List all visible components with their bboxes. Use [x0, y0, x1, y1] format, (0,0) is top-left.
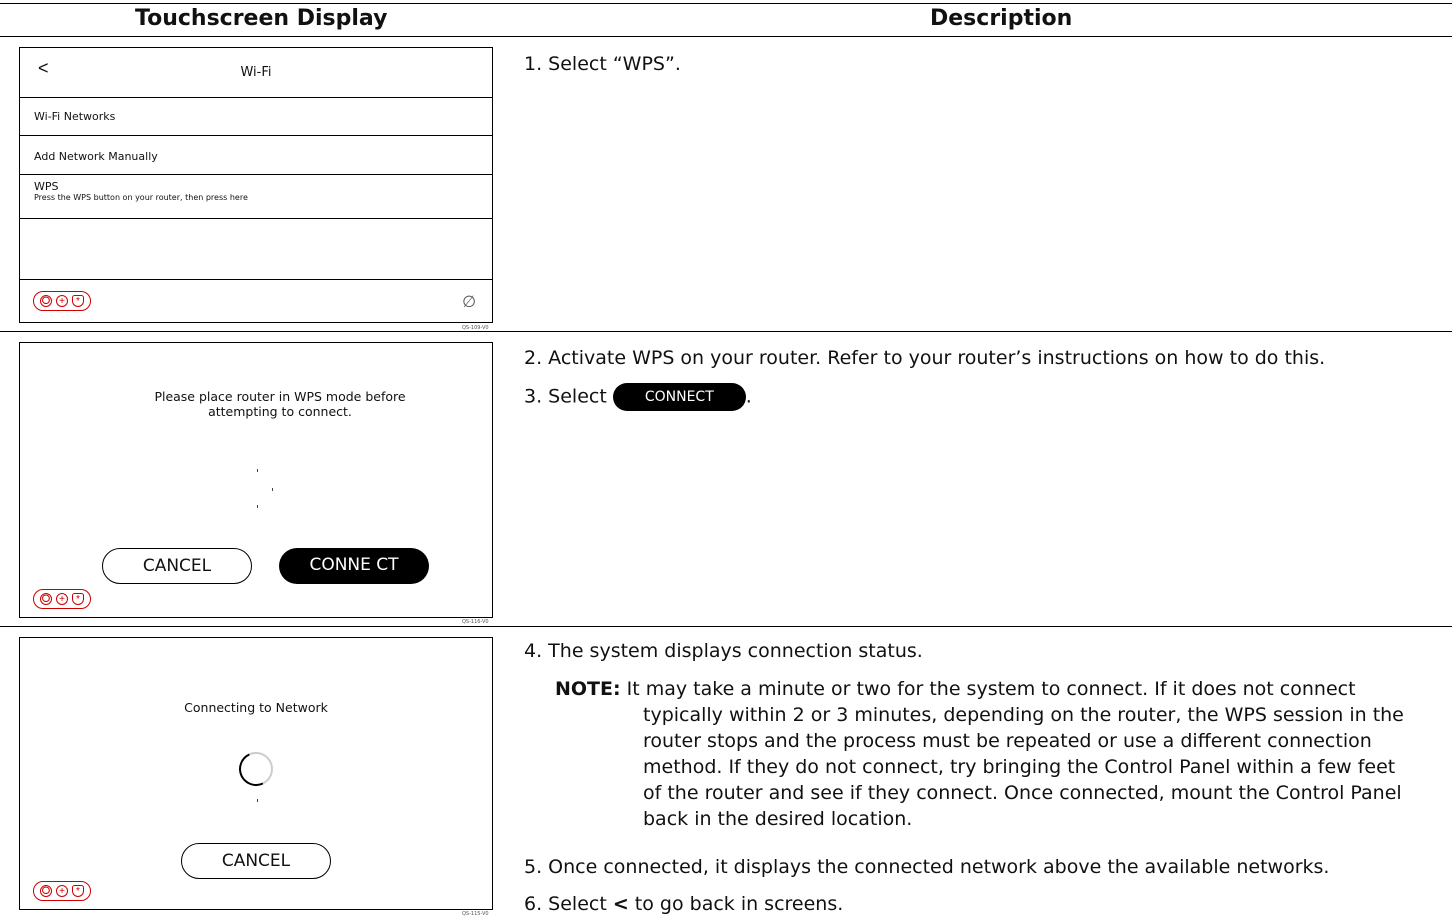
wps-label: WPS — [34, 180, 59, 193]
add-network-label: Add Network Manually — [34, 150, 158, 163]
emergency-icons[interactable]: ⵔ + * — [33, 881, 91, 901]
cancel-button[interactable]: CANCEL — [181, 843, 331, 879]
divider — [20, 279, 492, 280]
step-2: 2. Activate WPS on your router. Refer to… — [524, 347, 1326, 369]
spinner-dot — [257, 469, 258, 472]
fire-icon[interactable]: ⵔ — [40, 295, 52, 307]
row-rule — [0, 331, 1452, 332]
wps-row[interactable]: WPS Press the WPS button on your router,… — [20, 174, 492, 219]
spinner-dot — [272, 488, 273, 491]
spinner-dot — [257, 505, 258, 508]
screen-title: Wi-Fi — [240, 65, 272, 80]
step-6: 6. Select < to go back in screens. — [524, 893, 843, 915]
step-3: 3. Select CONNECT. — [524, 383, 752, 411]
table-top-rule — [0, 3, 1452, 4]
medical-icon[interactable]: + — [56, 593, 68, 605]
wifi-networks-label: Wi-Fi Networks — [34, 110, 116, 123]
step-6-bold: < — [612, 893, 629, 915]
wps-message: Please place router in WPS mode before a… — [154, 389, 406, 419]
touchscreen-wifi: < Wi-Fi Wi-Fi Networks Add Network Manua… — [19, 47, 493, 323]
connect-pill: CONNECT — [612, 383, 746, 411]
medical-icon[interactable]: + — [56, 885, 68, 897]
fire-icon[interactable]: ⵔ — [40, 593, 52, 605]
note-label: NOTE: — [555, 678, 621, 700]
spinner-dot — [257, 799, 258, 802]
step-3-prefix: 3. Select — [524, 385, 607, 408]
figure-code: QS-115-V0 — [462, 911, 489, 917]
figure-code: QS-116-V0 — [462, 619, 489, 625]
step-4: 4. The system displays connection status… — [524, 640, 923, 662]
wifi-networks-row[interactable]: Wi-Fi Networks — [20, 97, 492, 136]
column-header-touchscreen: Touchscreen Display — [135, 6, 388, 31]
step-3-suffix: . — [745, 385, 752, 408]
fire-icon[interactable]: ⵔ — [40, 885, 52, 897]
connect-button[interactable]: CONNE CT — [279, 548, 429, 584]
column-header-description: Description — [930, 6, 1073, 31]
emergency-icons[interactable]: ⵔ + * — [33, 291, 91, 311]
police-icon[interactable]: * — [72, 593, 84, 605]
row-rule — [0, 626, 1452, 627]
step-1: 1. Select “WPS”. — [524, 53, 681, 75]
divider — [20, 218, 492, 219]
emergency-icons[interactable]: ⵔ + * — [33, 589, 91, 609]
connecting-message: Connecting to Network — [184, 700, 328, 715]
note-text: It may take a minute or two for the syst… — [620, 678, 1404, 830]
spinner-arc — [234, 747, 278, 791]
medical-icon[interactable]: + — [56, 295, 68, 307]
step-6-suffix: to go back in screens. — [628, 893, 844, 915]
note: NOTE: It may take a minute or two for th… — [555, 676, 1415, 832]
add-network-row[interactable]: Add Network Manually — [20, 135, 492, 175]
wps-sublabel: Press the WPS button on your router, the… — [34, 193, 248, 202]
touchscreen-wps-mode: Please place router in WPS mode before a… — [19, 342, 493, 618]
touchscreen-connecting: Connecting to Network CANCEL ⵔ + * — [19, 637, 493, 910]
header-rule — [0, 36, 1452, 37]
step-5: 5. Once connected, it displays the conne… — [524, 856, 1330, 878]
no-wifi-icon: ∅ — [462, 294, 476, 311]
loading-spinner-icon — [234, 747, 278, 791]
police-icon[interactable]: * — [72, 295, 84, 307]
step-6-prefix: 6. Select — [524, 893, 613, 915]
police-icon[interactable]: * — [72, 885, 84, 897]
cancel-button[interactable]: CANCEL — [102, 548, 252, 584]
